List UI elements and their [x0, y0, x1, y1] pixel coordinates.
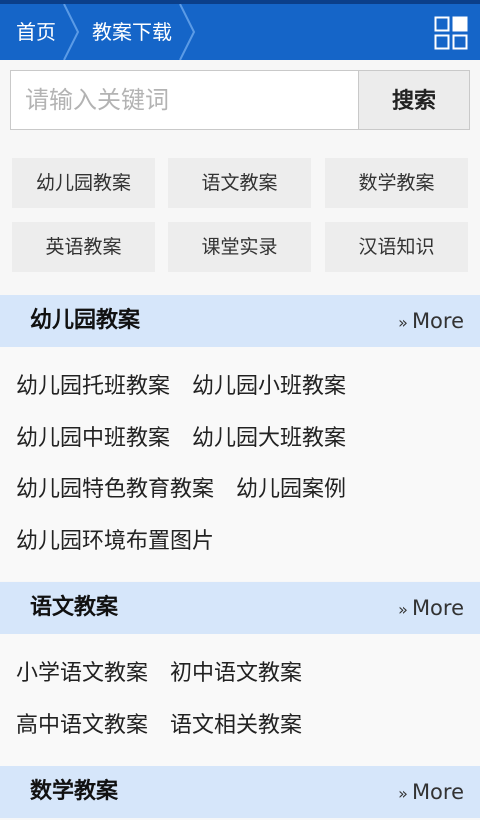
list-link[interactable]: 语文相关教案 [170, 710, 302, 742]
more-arrow-icon: » [398, 784, 408, 803]
section-title: 语文教案 [30, 595, 119, 620]
breadcrumb-separator-icon [178, 4, 196, 60]
link-row: 高中语文教案 语文相关教案 [16, 710, 324, 742]
more-link[interactable]: » More [398, 582, 464, 636]
link-row: 小学语文教案 初中语文教案 [16, 658, 324, 690]
category-english[interactable]: 英语教案 [12, 222, 155, 272]
breadcrumb-home[interactable]: 首页 [16, 4, 56, 60]
breadcrumb-current[interactable]: 教案下载 [92, 4, 172, 60]
more-arrow-icon: » [398, 600, 408, 619]
section-header-chinese: 语文教案 » More [0, 582, 480, 634]
section-body-kindergarten: 幼儿园托班教案 幼儿园小班教案 幼儿园中班教案 幼儿园大班教案 幼儿园特色教育教案幼… [0, 347, 480, 581]
list-link[interactable]: 高中语文教案 [16, 710, 148, 742]
more-link[interactable]: » More [398, 766, 464, 820]
link-row: 幼儿园托班教案 幼儿园小班教案 [16, 371, 368, 403]
category-kindergarten[interactable]: 幼儿园教案 [12, 158, 155, 208]
list-link[interactable]: 幼儿园中班教案 [16, 423, 170, 455]
section-header-kindergarten: 幼儿园教案 » More [0, 295, 480, 347]
list-link[interactable]: 初中语文教案 [170, 658, 302, 690]
link-row: 幼儿园特色教育教案 幼儿园案例 [16, 474, 368, 506]
list-link[interactable]: 幼儿园特色教育教案 [16, 474, 214, 506]
section-header-math: 数学教案 » More [0, 766, 480, 818]
search-button[interactable]: 搜索 [358, 71, 469, 129]
section-title: 数学教案 [30, 779, 119, 804]
section-title: 幼儿园教案 [30, 308, 141, 333]
list-link[interactable]: 幼儿园案例 [236, 474, 346, 506]
list-link[interactable]: 幼儿园小班教案 [192, 371, 346, 403]
link-row: 幼儿园环境布置图片 [16, 526, 236, 558]
link-row: 幼儿园中班教案 幼儿园大班教案 [16, 423, 368, 455]
section-body-chinese: 小学语文教案 初中语文教案 高中语文教案 语文相关教案 [0, 634, 480, 766]
more-arrow-icon: » [398, 313, 408, 332]
category-chinese-knowledge[interactable]: 汉语知识 [325, 222, 468, 272]
search-bar: 搜索 [10, 70, 470, 130]
category-class-records[interactable]: 课堂实录 [168, 222, 311, 272]
breadcrumb-separator-icon [62, 4, 80, 60]
category-math[interactable]: 数学教案 [325, 158, 468, 208]
category-chinese[interactable]: 语文教案 [168, 158, 311, 208]
top-nav-bar: 首页 教案下载 [0, 4, 480, 60]
list-link[interactable]: 幼儿园环境布置图片 [16, 526, 214, 558]
grid-icon[interactable] [434, 16, 468, 50]
list-link[interactable]: 幼儿园大班教案 [192, 423, 346, 455]
list-link[interactable]: 小学语文教案 [16, 658, 148, 690]
list-link[interactable]: 幼儿园托班教案 [16, 371, 170, 403]
search-input[interactable] [11, 71, 359, 129]
more-link[interactable]: » More [398, 295, 464, 349]
